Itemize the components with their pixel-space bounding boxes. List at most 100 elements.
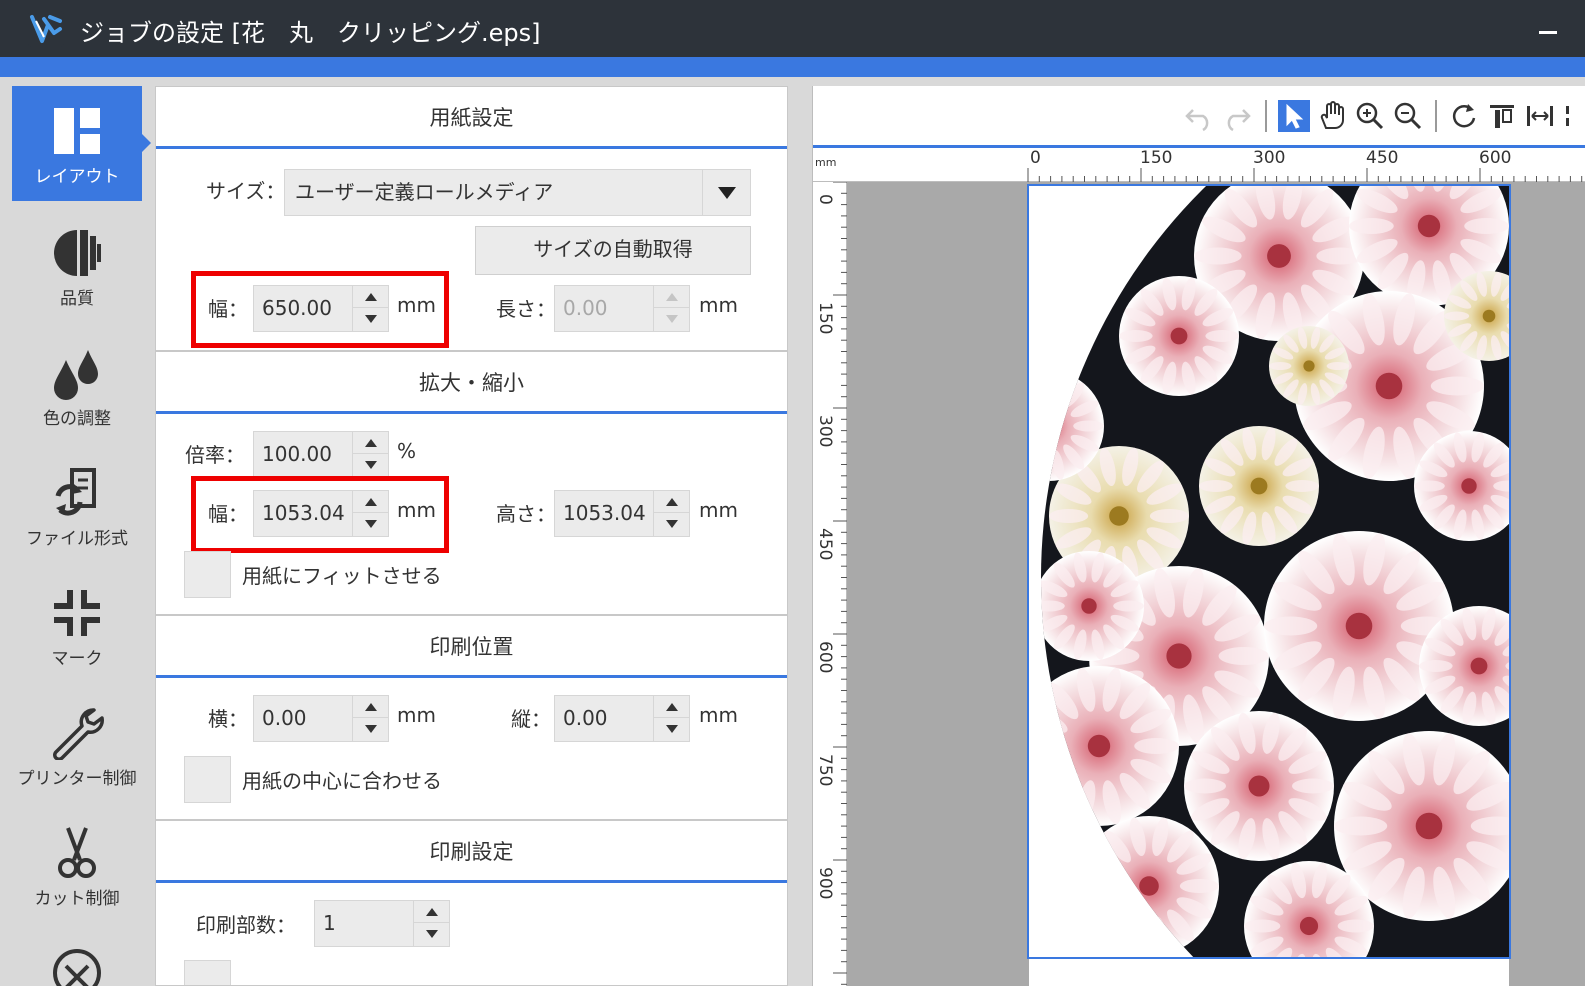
- section-header-paper: 用紙設定: [156, 87, 787, 149]
- spin-up-icon: [654, 286, 689, 308]
- copies-spinner[interactable]: [413, 901, 449, 946]
- ruler-tick-label: 150: [1140, 148, 1173, 168]
- nav-item-color-adjust[interactable]: 色の調整: [12, 328, 142, 443]
- spin-up-icon[interactable]: [353, 696, 388, 718]
- nav-item-layout[interactable]: レイアウト: [12, 86, 151, 201]
- spin-up-icon[interactable]: [654, 696, 689, 718]
- align-top-icon[interactable]: [1486, 100, 1518, 132]
- spin-up-icon[interactable]: [414, 901, 449, 923]
- spin-down-icon[interactable]: [353, 513, 388, 535]
- spin-up-icon[interactable]: [353, 491, 388, 513]
- ruler-tick-label: 300: [815, 415, 835, 448]
- more-tools-icon[interactable]: [1562, 100, 1585, 132]
- layout-icon: [54, 108, 100, 154]
- nav-item-cut-control[interactable]: カット制御: [12, 808, 142, 923]
- spin-down-icon[interactable]: [353, 718, 388, 740]
- ruler-tick-label: 900: [815, 867, 835, 900]
- spin-down-icon[interactable]: [353, 454, 388, 476]
- nav-item-quality[interactable]: 品質: [12, 208, 142, 323]
- ratio-spinner[interactable]: [352, 432, 388, 477]
- accent-bar: [0, 57, 1585, 77]
- scale-width-unit: mm: [397, 498, 436, 522]
- side-navigation: レイアウト 品質 色の調整 ファイル形式 マーク プリンター制御 カット制御: [0, 77, 151, 986]
- paper-length-label: 長さ：: [496, 297, 556, 321]
- nav-label: ファイル形式: [26, 529, 128, 549]
- copies-field[interactable]: 1: [314, 900, 450, 947]
- section-header-position: 印刷位置: [156, 616, 787, 678]
- nav-item-mark[interactable]: マーク: [12, 568, 142, 683]
- select-tool-icon[interactable]: [1278, 100, 1310, 132]
- rotate-icon[interactable]: [1448, 100, 1480, 132]
- minimize-button[interactable]: [1533, 22, 1563, 42]
- horizontal-ruler-ticks: [1027, 168, 1583, 182]
- fit-to-paper-checkbox[interactable]: [184, 551, 231, 598]
- scale-height-field[interactable]: 1053.04: [554, 490, 690, 537]
- print-option-checkbox[interactable]: [184, 960, 231, 985]
- section-header-print: 印刷設定: [156, 821, 787, 883]
- ruler-tick-label: 0: [1030, 148, 1041, 168]
- spin-up-icon[interactable]: [353, 286, 388, 308]
- nav-item-more[interactable]: [12, 928, 142, 986]
- paper-length-unit: mm: [699, 293, 738, 317]
- ruler-tick-label: 600: [1479, 148, 1512, 168]
- paper-width-spinner[interactable]: [352, 286, 388, 331]
- nav-label: 色の調整: [43, 409, 111, 429]
- spin-down-icon[interactable]: [654, 513, 689, 535]
- fit-width-icon[interactable]: [1524, 100, 1556, 132]
- scale-height-unit: mm: [699, 498, 738, 522]
- wrench-icon: [53, 708, 104, 760]
- position-v-unit: mm: [699, 703, 738, 727]
- paper-width-field[interactable]: 650.00: [253, 285, 389, 332]
- ruler-tick-label: 0: [815, 194, 835, 205]
- center-on-paper-label[interactable]: 用紙の中心に合わせる: [242, 765, 442, 794]
- paper-length-spinner: [653, 286, 689, 331]
- spin-down-icon[interactable]: [353, 308, 388, 330]
- nav-label: レイアウト: [34, 167, 120, 187]
- hand-tool-icon[interactable]: [1316, 100, 1348, 132]
- scale-height-value: 1053.04: [563, 501, 646, 525]
- scale-height-spinner[interactable]: [653, 491, 689, 536]
- spin-down-icon[interactable]: [414, 923, 449, 945]
- ruler-tick-label: 300: [1253, 148, 1286, 168]
- ruler-tick-label: 450: [1366, 148, 1399, 168]
- ratio-label: 倍率：: [185, 443, 245, 467]
- zoom-in-icon[interactable]: [1354, 100, 1386, 132]
- ratio-field[interactable]: 100.00: [253, 431, 389, 478]
- position-h-field[interactable]: 0.00: [253, 695, 389, 742]
- paper-width-value: 650.00: [262, 296, 332, 320]
- nav-item-file-format[interactable]: ファイル形式: [12, 448, 142, 563]
- spin-down-icon[interactable]: [654, 718, 689, 740]
- zoom-out-icon[interactable]: [1392, 100, 1424, 132]
- scale-width-spinner[interactable]: [352, 491, 388, 536]
- size-label: サイズ：: [206, 179, 286, 203]
- dropdown-arrow-icon[interactable]: [702, 170, 750, 215]
- ruler-tick-label: 750: [815, 754, 835, 787]
- position-h-value: 0.00: [262, 706, 307, 730]
- position-v-spinner[interactable]: [653, 696, 689, 741]
- redo-icon[interactable]: [1221, 100, 1253, 132]
- size-select[interactable]: ユーザー定義ロールメディア: [284, 169, 751, 216]
- spin-up-icon[interactable]: [654, 491, 689, 513]
- paper-width-label: 幅：: [208, 297, 248, 321]
- quality-icon: [54, 230, 101, 276]
- fit-to-paper-label[interactable]: 用紙にフィットさせる: [242, 560, 442, 589]
- position-v-value: 0.00: [563, 706, 608, 730]
- toolbar-divider: [1265, 100, 1267, 132]
- undo-icon[interactable]: [1183, 100, 1215, 132]
- paper-length-field: 0.00: [554, 285, 690, 332]
- preview-page: [1027, 184, 1511, 959]
- nav-label: マーク: [51, 649, 103, 669]
- color-adjust-icon: [54, 350, 98, 400]
- spin-down-icon: [654, 308, 689, 330]
- scale-width-field[interactable]: 1053.04: [253, 490, 389, 537]
- position-h-spinner[interactable]: [352, 696, 388, 741]
- position-v-field[interactable]: 0.00: [554, 695, 690, 742]
- nav-item-printer-control[interactable]: プリンター制御: [12, 688, 142, 803]
- ruler-tick-label: 600: [815, 641, 835, 674]
- ruler-tick-label: 450: [815, 528, 835, 561]
- paper-length-value: 0.00: [563, 296, 608, 320]
- mark-icon: [54, 590, 100, 636]
- center-on-paper-checkbox[interactable]: [184, 756, 231, 803]
- auto-size-button[interactable]: サイズの自動取得: [475, 226, 751, 275]
- spin-up-icon[interactable]: [353, 432, 388, 454]
